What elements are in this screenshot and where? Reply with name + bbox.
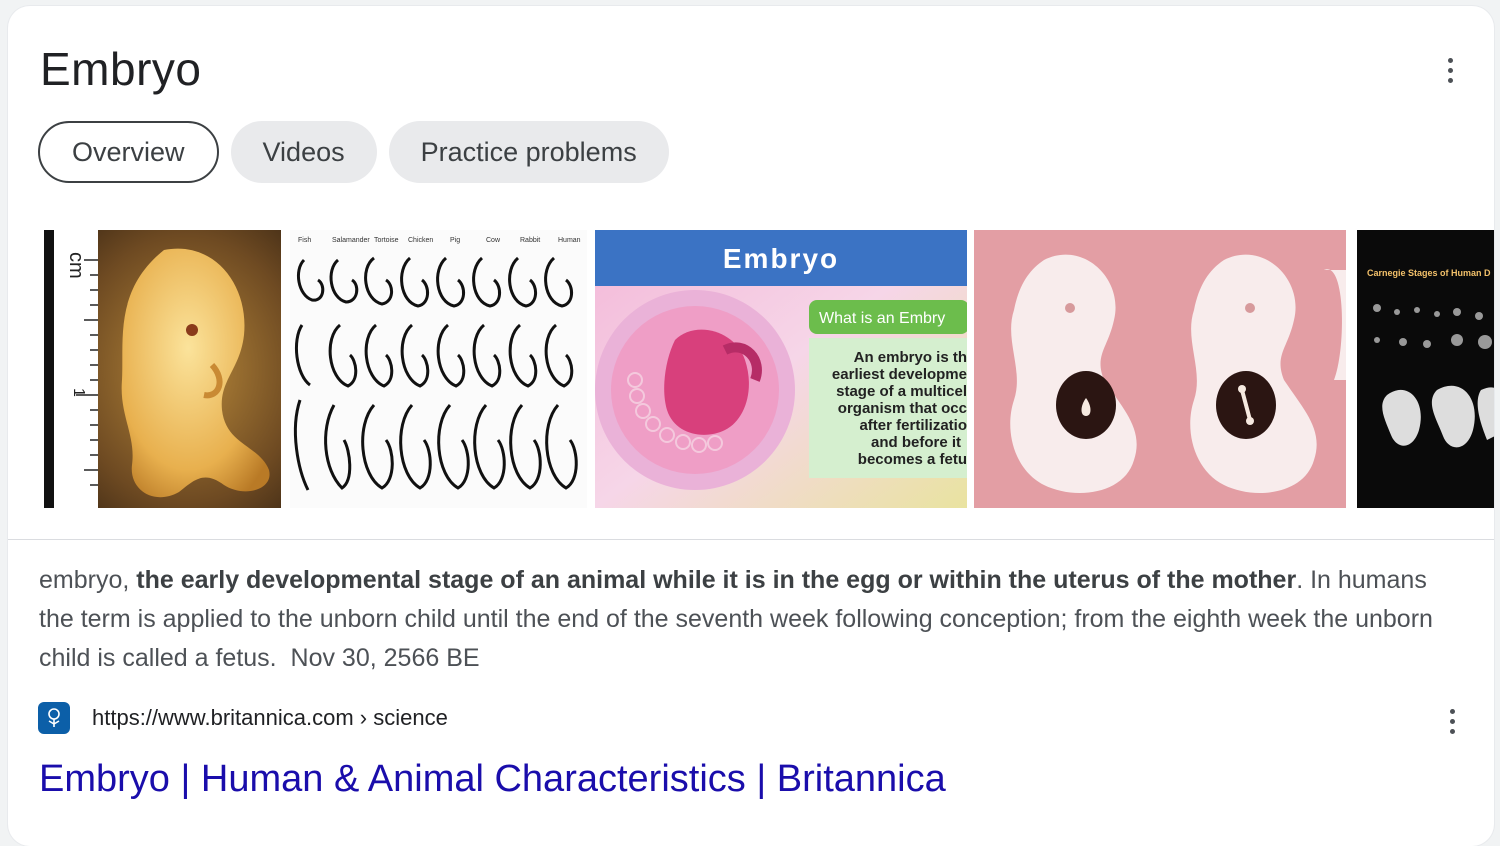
infographic-line: stage of a multicel bbox=[836, 383, 967, 400]
snippet-term: embryo, bbox=[39, 566, 130, 594]
image-carnegie-stages[interactable]: Carnegie Stages of Human D bbox=[1357, 230, 1494, 508]
embryo-illustration-graphic bbox=[974, 230, 1346, 508]
image-carousel: cm 1 Fish Salamander Tortoise Chicken Pi… bbox=[44, 230, 1494, 508]
image-embryo-infographic[interactable]: Embryo What is an Embry An embryo is th … bbox=[595, 230, 967, 508]
britannica-thistle-icon bbox=[38, 702, 70, 734]
snippet-date: Nov 30, 2566 BE bbox=[290, 644, 480, 672]
image-embryo-illustration[interactable] bbox=[974, 230, 1346, 508]
definition-snippet: embryo, the early developmental stage of… bbox=[39, 561, 1459, 678]
more-vert-icon[interactable] bbox=[1440, 701, 1464, 741]
infographic-line: organism that occ bbox=[838, 400, 967, 417]
panel-title: Embryo bbox=[40, 43, 202, 95]
svg-text:1: 1 bbox=[70, 388, 87, 397]
species-label: Pig bbox=[450, 237, 460, 244]
tab-overview[interactable]: Overview bbox=[38, 121, 219, 183]
species-label: Tortoise bbox=[374, 237, 399, 244]
divider bbox=[8, 539, 1494, 540]
species-label: Chicken bbox=[408, 237, 433, 244]
tab-bar: Overview Videos Practice problems bbox=[38, 121, 669, 183]
image-embryo-photo[interactable]: cm 1 bbox=[44, 230, 281, 508]
source-attribution[interactable]: https://www.britannica.com › science bbox=[38, 702, 448, 734]
infographic-line: earliest developme bbox=[832, 366, 967, 383]
tab-videos[interactable]: Videos bbox=[230, 121, 377, 183]
species-label: Salamander bbox=[332, 237, 370, 244]
source-url[interactable]: https://www.britannica.com › science bbox=[92, 705, 448, 731]
infographic-box-title: What is an Embry bbox=[819, 310, 945, 327]
image-embryo-comparison[interactable]: Fish Salamander Tortoise Chicken Pig Cow… bbox=[290, 230, 587, 508]
infographic-line: after fertilizatio bbox=[859, 417, 967, 434]
snippet-definition: the early developmental stage of an anim… bbox=[136, 566, 1297, 594]
species-label: Rabbit bbox=[520, 237, 540, 244]
more-vert-icon[interactable] bbox=[1438, 50, 1462, 90]
knowledge-panel: Embryo Overview Videos Practice problems bbox=[8, 6, 1494, 846]
svg-text:cm: cm bbox=[65, 252, 87, 279]
result-title-link[interactable]: Embryo | Human & Animal Characteristics … bbox=[39, 758, 946, 801]
infographic-line: An embryo is th bbox=[854, 349, 967, 366]
species-label: Human bbox=[558, 237, 581, 244]
tab-practice-problems[interactable]: Practice problems bbox=[388, 121, 669, 183]
infographic-title: Embryo bbox=[723, 243, 839, 274]
species-label: Fish bbox=[298, 237, 311, 244]
species-label: Cow bbox=[486, 237, 501, 244]
embryo-infographic-graphic: Embryo What is an Embry An embryo is th … bbox=[595, 230, 967, 508]
carnegie-stages-graphic: Carnegie Stages of Human D bbox=[1357, 230, 1494, 508]
infographic-line: and before it bbox=[871, 434, 961, 451]
carnegie-title: Carnegie Stages of Human D bbox=[1367, 268, 1491, 278]
infographic-line: becomes a fetu bbox=[858, 451, 967, 468]
embryo-photo-graphic: cm 1 bbox=[44, 230, 281, 508]
embryo-comparison-graphic: Fish Salamander Tortoise Chicken Pig Cow… bbox=[290, 230, 587, 508]
